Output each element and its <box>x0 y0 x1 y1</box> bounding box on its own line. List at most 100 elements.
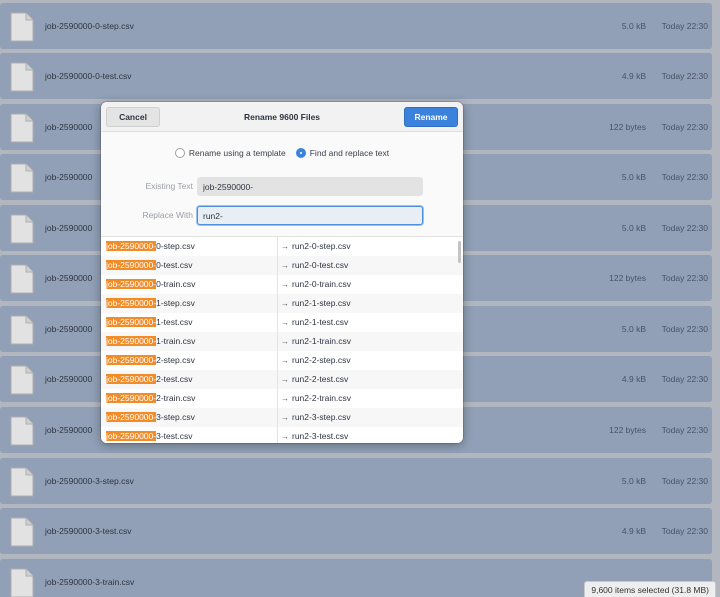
old-name: job-2590000-2-step.csv <box>106 351 276 370</box>
radio-replace[interactable] <box>295 148 306 158</box>
file-name: job-2590000-3-step.csv <box>45 476 134 486</box>
cancel-button[interactable]: Cancel <box>106 107 160 127</box>
file-name: job-2590000 <box>45 223 93 233</box>
preview-row: job-2590000-1-test.csv → run2-1-test.csv <box>101 313 463 332</box>
old-name-rest: 2-train.csv <box>156 393 196 403</box>
old-name: job-2590000-1-step.csv <box>106 294 276 313</box>
file-size: 5.0 kB <box>621 172 646 182</box>
file-size: 5.0 kB <box>621 324 646 334</box>
file-date: Today 22:30 <box>661 223 708 233</box>
new-name: run2-0-train.csv <box>292 279 352 289</box>
file-size: 4.9 kB <box>621 374 646 384</box>
arrow-right-icon: → <box>281 280 289 289</box>
column-separator <box>277 275 278 294</box>
file-icon <box>9 568 35 597</box>
preview-row: job-2590000-1-step.csv → run2-1-step.csv <box>101 294 463 313</box>
match-highlight: job-2590000- <box>106 260 157 270</box>
new-name: run2-0-test.csv <box>292 260 349 270</box>
column-separator <box>277 294 278 313</box>
match-highlight: job-2590000- <box>106 412 157 422</box>
new-name: run2-2-train.csv <box>292 393 352 403</box>
arrow-right-icon: → <box>281 356 289 365</box>
file-size: 122 bytes <box>609 273 646 283</box>
new-name: run2-3-test.csv <box>292 431 349 441</box>
file-name: job-2590000 <box>45 425 93 435</box>
preview-row: job-2590000-3-step.csv → run2-3-step.csv <box>101 408 463 427</box>
old-name: job-2590000-1-test.csv <box>106 313 276 332</box>
column-separator <box>277 351 278 370</box>
mode-replace-option[interactable]: Find and replace text <box>295 148 389 158</box>
arrow-right-icon: → <box>281 318 289 327</box>
match-highlight: job-2590000- <box>106 393 157 403</box>
old-name-rest: 0-train.csv <box>156 279 196 289</box>
old-name-rest: 1-train.csv <box>156 336 196 346</box>
preview-scrollbar[interactable] <box>458 241 461 263</box>
file-icon <box>9 163 35 193</box>
file-name: job-2590000 <box>45 122 93 132</box>
arrow-right-icon: → <box>281 432 289 441</box>
file-icon <box>9 62 35 92</box>
file-date: Today 22:30 <box>661 21 708 31</box>
file-icon <box>9 113 35 143</box>
file-row[interactable]: job-2590000-0-test.csv 4.9 kB Today 22:3… <box>0 53 712 99</box>
file-date: Today 22:30 <box>661 71 708 81</box>
new-name: run2-1-train.csv <box>292 336 352 346</box>
rename-button[interactable]: Rename <box>404 107 458 127</box>
column-separator <box>277 389 278 408</box>
existing-text-label: Existing Text <box>145 181 193 191</box>
old-name-rest: 1-step.csv <box>156 298 195 308</box>
existing-text-input[interactable] <box>197 177 423 196</box>
preview-row: job-2590000-2-train.csv → run2-2-train.c… <box>101 389 463 408</box>
file-size: 5.0 kB <box>621 21 646 31</box>
new-name: run2-0-step.csv <box>292 241 351 251</box>
arrow-right-icon: → <box>281 299 289 308</box>
old-name: job-2590000-3-step.csv <box>106 408 276 427</box>
old-name: job-2590000-2-train.csv <box>106 389 276 408</box>
file-date: Today 22:30 <box>661 425 708 435</box>
arrow-right-icon: → <box>281 261 289 270</box>
dialog-header: Cancel Rename 9600 Files Rename <box>101 102 463 132</box>
file-name: job-2590000 <box>45 374 93 384</box>
arrow-right-icon: → <box>281 242 289 251</box>
old-name: job-2590000-0-train.csv <box>106 275 276 294</box>
replace-with-label: Replace With <box>142 210 193 220</box>
file-name: job-2590000-3-train.csv <box>45 577 135 587</box>
file-icon <box>9 12 35 42</box>
file-name: job-2590000-3-test.csv <box>45 526 132 536</box>
file-date: Today 22:30 <box>661 374 708 384</box>
column-separator <box>277 237 278 256</box>
old-name: job-2590000-1-train.csv <box>106 332 276 351</box>
file-date: Today 22:30 <box>661 476 708 486</box>
match-highlight: job-2590000- <box>106 355 157 365</box>
file-date: Today 22:30 <box>661 324 708 334</box>
column-separator <box>277 256 278 275</box>
file-name: job-2590000-0-step.csv <box>45 21 134 31</box>
file-icon <box>9 315 35 345</box>
file-row[interactable]: job-2590000-3-step.csv 5.0 kB Today 22:3… <box>0 458 712 504</box>
file-size: 122 bytes <box>609 425 646 435</box>
file-name: job-2590000 <box>45 172 93 182</box>
radio-template[interactable] <box>174 148 185 158</box>
replace-with-input[interactable] <box>197 206 423 225</box>
file-row[interactable]: job-2590000-0-step.csv 5.0 kB Today 22:3… <box>0 3 712 49</box>
file-date: Today 22:30 <box>661 122 708 132</box>
file-size: 4.9 kB <box>621 526 646 536</box>
arrow-right-icon: → <box>281 375 289 384</box>
old-name: job-2590000-0-test.csv <box>106 256 276 275</box>
file-date: Today 22:30 <box>661 273 708 283</box>
file-size: 5.0 kB <box>621 223 646 233</box>
file-date: Today 22:30 <box>661 172 708 182</box>
column-separator <box>277 408 278 427</box>
old-name-rest: 1-test.csv <box>156 317 193 327</box>
mode-template-option[interactable]: Rename using a template <box>174 148 286 158</box>
mode-template-label: Rename using a template <box>188 148 286 158</box>
new-name: run2-2-step.csv <box>292 355 351 365</box>
rename-mode-group: Rename using a template Find and replace… <box>101 146 463 160</box>
old-name-rest: 3-step.csv <box>156 412 195 422</box>
old-name: job-2590000-2-test.csv <box>106 370 276 389</box>
new-name: run2-1-step.csv <box>292 298 351 308</box>
rename-preview-list[interactable]: job-2590000-0-step.csv → run2-0-step.csv… <box>101 236 463 443</box>
file-size: 4.9 kB <box>621 71 646 81</box>
file-row[interactable]: job-2590000-3-test.csv 4.9 kB Today 22:3… <box>0 508 712 554</box>
preview-row: job-2590000-3-test.csv → run2-3-test.csv <box>101 427 463 443</box>
